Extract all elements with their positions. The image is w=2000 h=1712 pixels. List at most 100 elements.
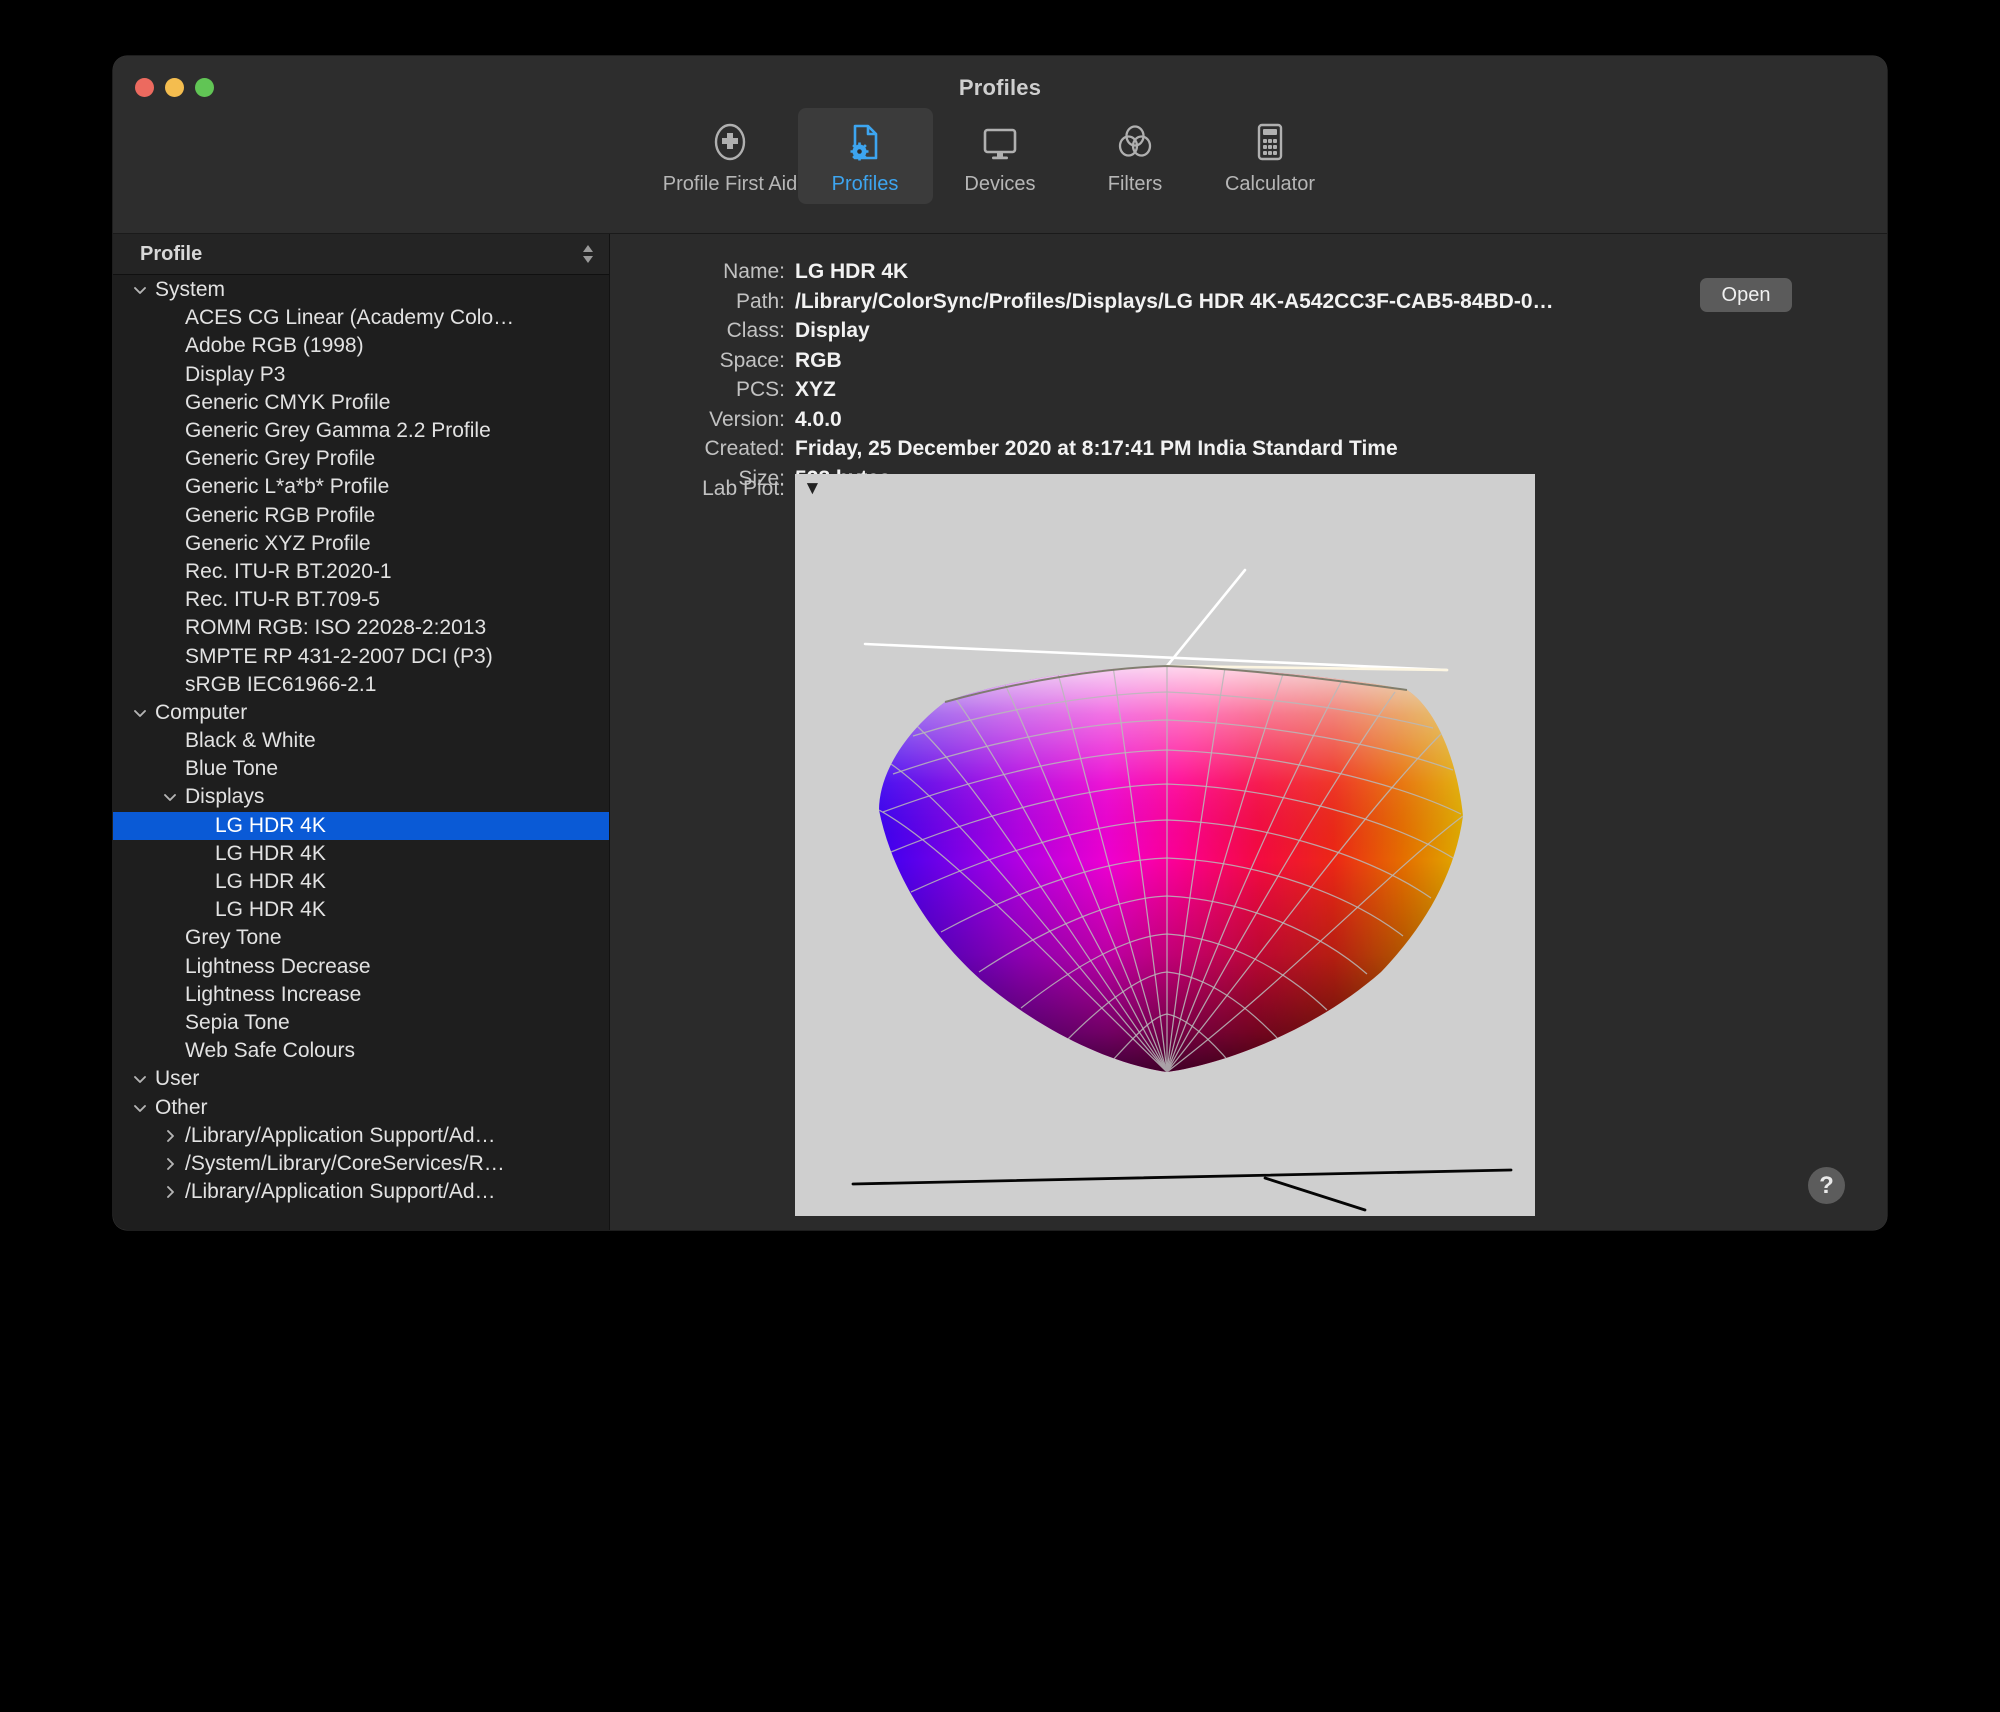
tree-row-label: Grey Tone <box>185 926 282 950</box>
sidebar-column-header[interactable]: Profile <box>113 234 609 275</box>
chevron-down-icon[interactable] <box>125 705 155 721</box>
profile-metadata-list: Name:LG HDR 4KPath:/Library/ColorSync/Pr… <box>610 260 1887 496</box>
tree-row-label: SMPTE RP 431-2-2007 DCI (P3) <box>185 645 493 669</box>
metadata-row: Created:Friday, 25 December 2020 at 8:17… <box>610 437 1887 467</box>
toolbar-item-profiles[interactable]: Profiles <box>798 108 933 204</box>
toolbar-item-profile-first-aid[interactable]: Profile First Aid <box>663 108 798 204</box>
tree-row[interactable]: Sepia Tone <box>113 1009 609 1037</box>
tree-row[interactable]: System <box>113 276 609 304</box>
calculator-icon <box>1247 117 1293 167</box>
toolbar-item-filters[interactable]: Filters <box>1068 108 1203 204</box>
metadata-key: Name: <box>610 260 795 284</box>
tree-row[interactable]: Rec. ITU-R BT.709-5 <box>113 586 609 614</box>
tree-row-label: System <box>155 278 225 302</box>
tree-row[interactable]: Black & White <box>113 727 609 755</box>
tree-row[interactable]: Computer <box>113 699 609 727</box>
tree-row[interactable]: Other <box>113 1093 609 1121</box>
open-button[interactable]: Open <box>1700 278 1792 312</box>
tree-row[interactable]: Generic Grey Gamma 2.2 Profile <box>113 417 609 445</box>
window-body: Profile SystemACES CG Linear (Academy Co… <box>113 234 1887 1230</box>
chevron-down-icon[interactable] <box>125 1071 155 1087</box>
tree-row-label: Other <box>155 1096 208 1120</box>
tree-row[interactable]: LG HDR 4K <box>113 868 609 896</box>
tree-row[interactable]: LG HDR 4K <box>113 840 609 868</box>
tree-row[interactable]: User <box>113 1065 609 1093</box>
tree-row[interactable]: LG HDR 4K <box>113 896 609 924</box>
metadata-value: 4.0.0 <box>795 408 842 432</box>
tree-row[interactable]: Generic Grey Profile <box>113 445 609 473</box>
profiles-sidebar: Profile SystemACES CG Linear (Academy Co… <box>113 234 610 1230</box>
toolbar-label-profiles: Profiles <box>832 173 899 196</box>
metadata-key: Version: <box>610 408 795 432</box>
toolbar: Profile First Aid <box>113 108 1887 204</box>
tree-row[interactable]: ROMM RGB: ISO 22028-2:2013 <box>113 614 609 642</box>
tree-row[interactable]: sRGB IEC61966-2.1 <box>113 671 609 699</box>
venn-circles-icon <box>1112 117 1158 167</box>
lab-plot-label: Lab Plot: <box>610 474 795 501</box>
metadata-value: Friday, 25 December 2020 at 8:17:41 PM I… <box>795 437 1398 461</box>
metadata-key: PCS: <box>610 378 795 402</box>
chevron-down-icon[interactable] <box>125 282 155 298</box>
tree-row[interactable]: Generic L*a*b* Profile <box>113 473 609 501</box>
profile-document-icon <box>842 117 888 167</box>
tree-row[interactable]: Adobe RGB (1998) <box>113 332 609 360</box>
help-button[interactable]: ? <box>1808 1167 1845 1204</box>
toolbar-label-calculator: Calculator <box>1225 173 1315 196</box>
tree-row-label: /System/Library/CoreServices/R… <box>185 1152 505 1176</box>
metadata-value: RGB <box>795 349 842 373</box>
toolbar-label-devices: Devices <box>964 173 1035 196</box>
tree-row[interactable]: Lightness Increase <box>113 981 609 1009</box>
column-header-profile: Profile <box>140 243 202 266</box>
tree-row[interactable]: Web Safe Colours <box>113 1037 609 1065</box>
tree-row[interactable]: SMPTE RP 431-2-2007 DCI (P3) <box>113 642 609 670</box>
metadata-value: LG HDR 4K <box>795 260 908 284</box>
tree-row-label: Generic L*a*b* Profile <box>185 475 389 499</box>
chevron-right-icon[interactable] <box>155 1128 185 1144</box>
toolbar-item-calculator[interactable]: Calculator <box>1203 108 1338 204</box>
chevron-down-icon[interactable] <box>155 789 185 805</box>
profile-tree[interactable]: SystemACES CG Linear (Academy Colo…Adobe… <box>113 276 609 1230</box>
metadata-value: /Library/ColorSync/Profiles/Displays/LG … <box>795 290 1555 314</box>
tree-row-label: Rec. ITU-R BT.2020-1 <box>185 560 392 584</box>
tree-row-label: Display P3 <box>185 363 285 387</box>
toolbar-item-devices[interactable]: Devices <box>933 108 1068 204</box>
tree-row[interactable]: Blue Tone <box>113 755 609 783</box>
sort-arrows-icon[interactable] <box>581 243 595 265</box>
tree-row[interactable]: ACES CG Linear (Academy Colo… <box>113 304 609 332</box>
metadata-key: Created: <box>610 437 795 461</box>
chevron-down-icon[interactable] <box>125 1100 155 1116</box>
chevron-right-icon[interactable] <box>155 1184 185 1200</box>
tree-row-label: Displays <box>185 785 264 809</box>
tree-row[interactable]: Generic RGB Profile <box>113 502 609 530</box>
tree-row[interactable]: Displays <box>113 783 609 811</box>
tree-row-label: Lightness Decrease <box>185 955 371 979</box>
tree-row[interactable]: Display P3 <box>113 361 609 389</box>
tree-row-label: Computer <box>155 701 247 725</box>
tree-row-label: LG HDR 4K <box>215 870 326 894</box>
profiles-window: Profiles Profile First Aid <box>113 56 1887 1230</box>
tree-row-label: Generic CMYK Profile <box>185 391 390 415</box>
tree-row-label: Generic Grey Profile <box>185 447 375 471</box>
tree-row-label: Blue Tone <box>185 757 278 781</box>
lab-plot-disclosure-triangle[interactable]: ▼ <box>803 479 822 498</box>
tree-row[interactable]: Lightness Decrease <box>113 953 609 981</box>
tree-row[interactable]: /Library/Application Support/Ad… <box>113 1178 609 1206</box>
chevron-right-icon[interactable] <box>155 1156 185 1172</box>
tree-row[interactable]: /Library/Application Support/Ad… <box>113 1122 609 1150</box>
window-title: Profiles <box>113 75 1887 101</box>
tree-row[interactable]: /System/Library/CoreServices/R… <box>113 1150 609 1178</box>
tree-row-label: LG HDR 4K <box>215 898 326 922</box>
tree-row-label: /Library/Application Support/Ad… <box>185 1124 496 1148</box>
tree-row-selected[interactable]: LG HDR 4K <box>113 812 609 840</box>
toolbar-label-profile-first-aid: Profile First Aid <box>663 173 797 196</box>
tree-row-label: Generic RGB Profile <box>185 504 375 528</box>
metadata-row: Name:LG HDR 4K <box>610 260 1887 290</box>
lab-plot-canvas[interactable]: ▼ <box>795 474 1535 1216</box>
tree-row[interactable]: Grey Tone <box>113 924 609 952</box>
tree-row[interactable]: Rec. ITU-R BT.2020-1 <box>113 558 609 586</box>
tree-row-label: sRGB IEC61966-2.1 <box>185 673 376 697</box>
toolbar-label-filters: Filters <box>1108 173 1162 196</box>
tree-row[interactable]: Generic XYZ Profile <box>113 530 609 558</box>
gamut-surface-svg <box>795 474 1535 1216</box>
tree-row[interactable]: Generic CMYK Profile <box>113 389 609 417</box>
